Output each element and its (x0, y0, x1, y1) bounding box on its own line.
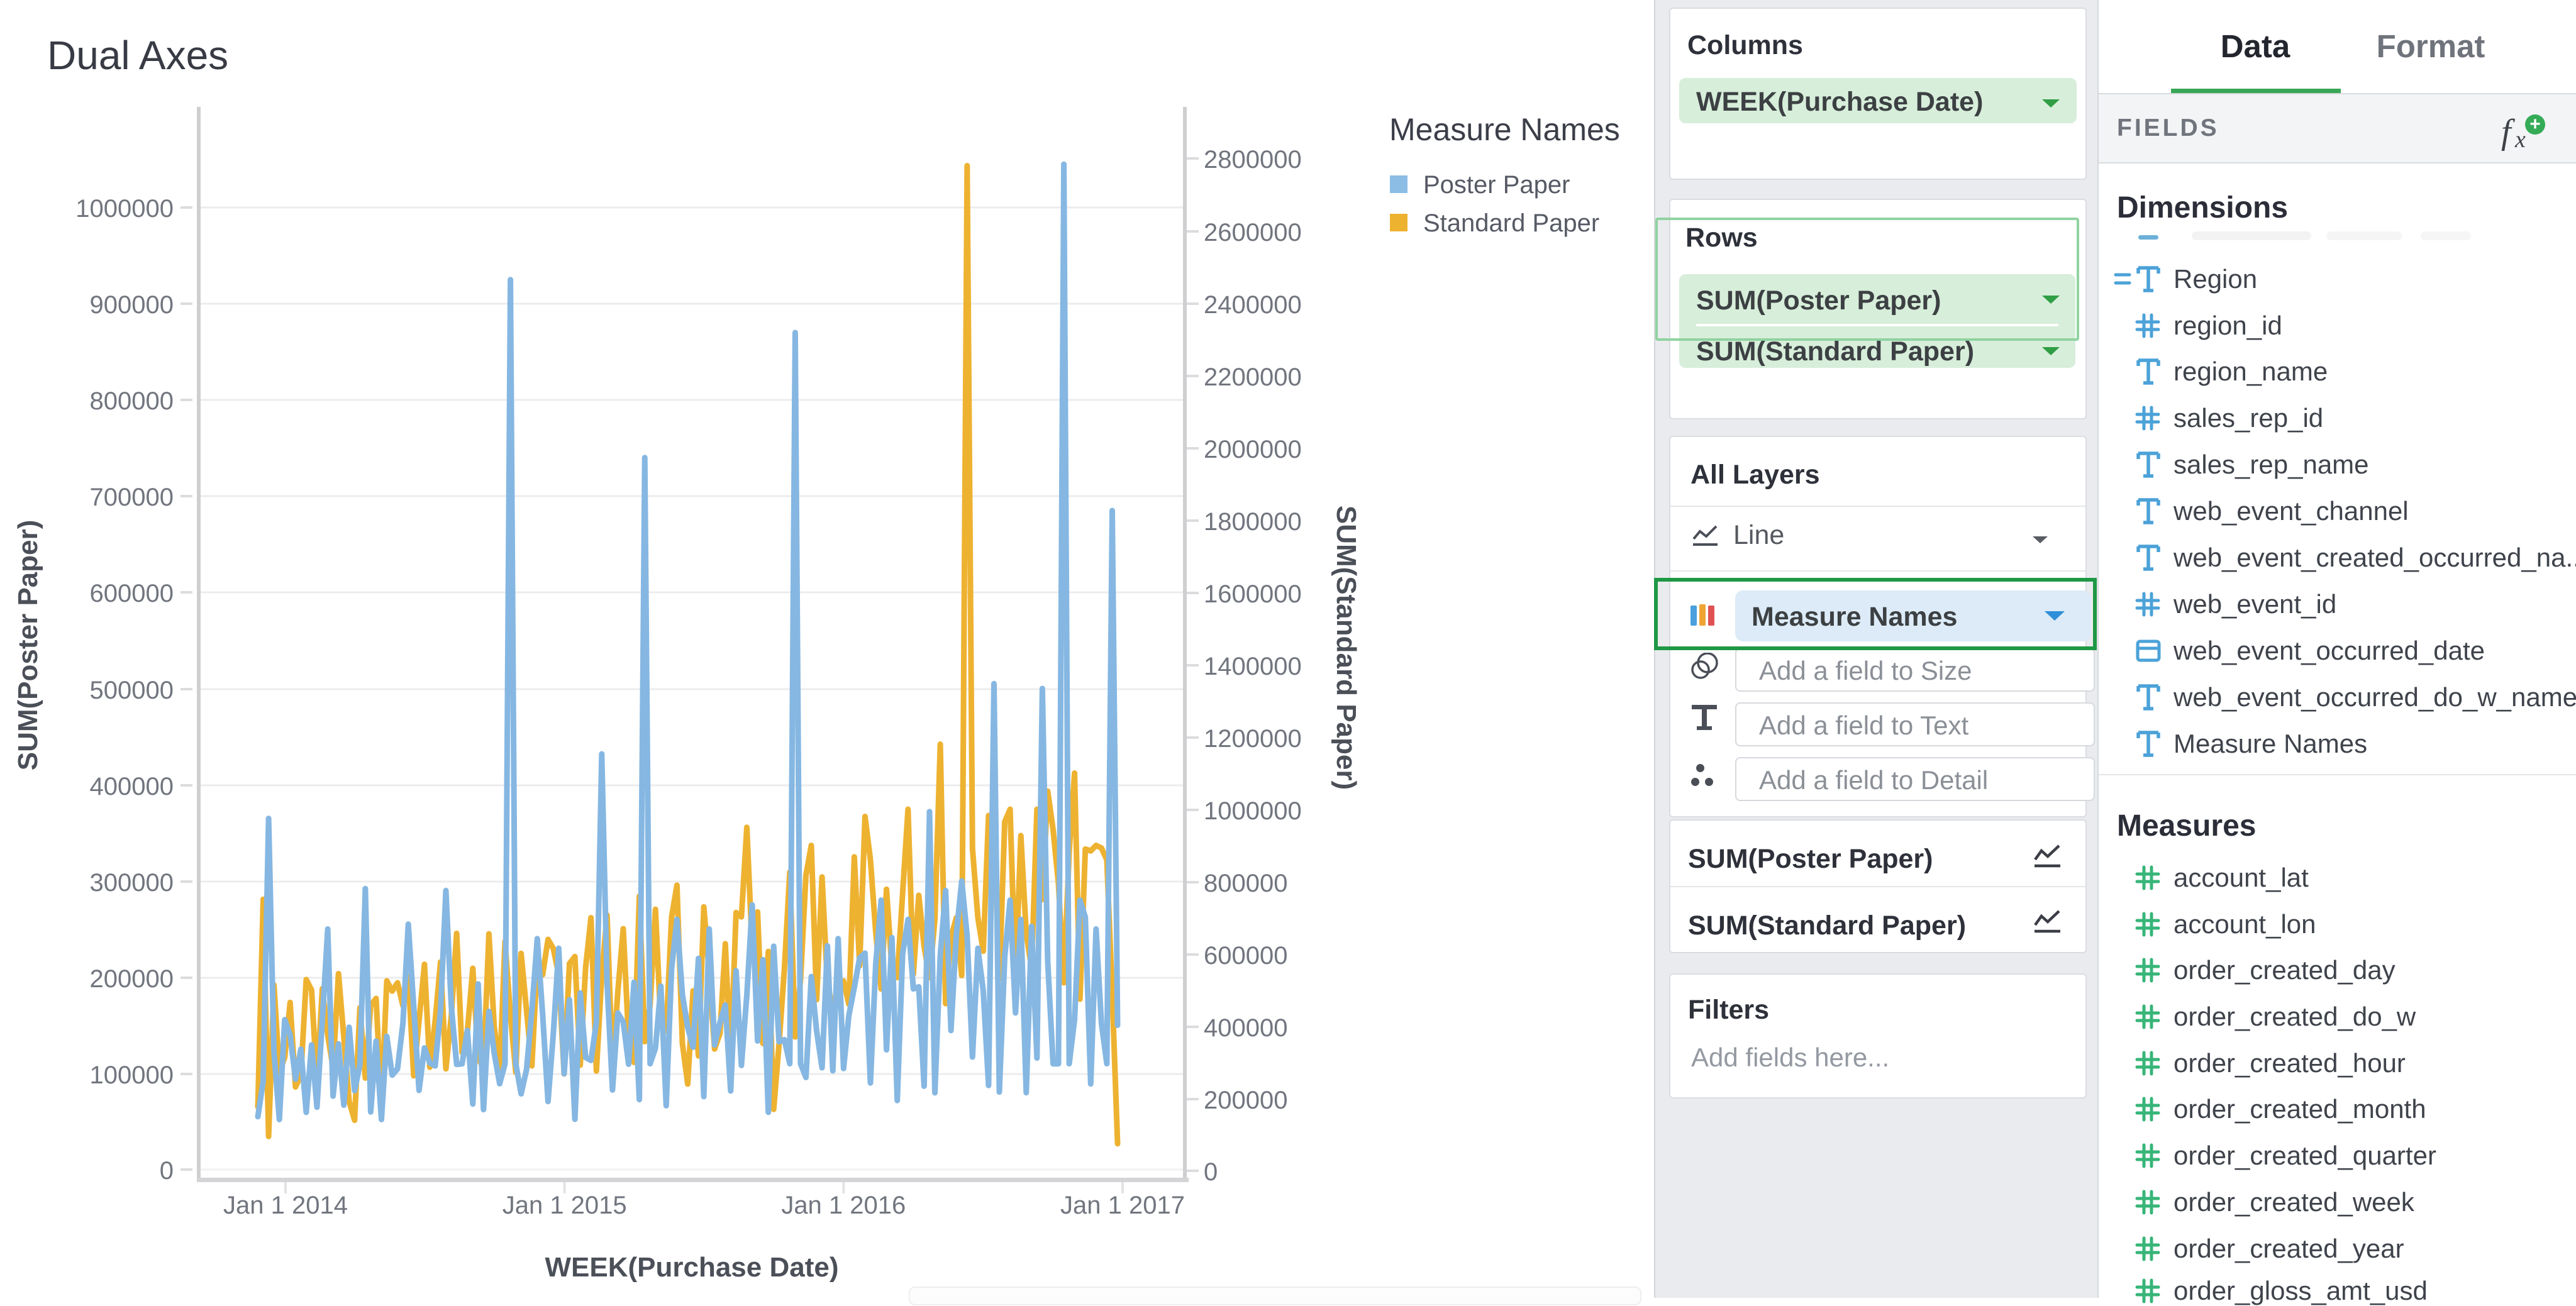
svg-text:Poster Paper: Poster Paper (1423, 171, 1570, 199)
svg-text:100000: 100000 (90, 1061, 174, 1089)
svg-text:Jan 1 2017: Jan 1 2017 (1060, 1192, 1185, 1219)
svg-text:Measure Names: Measure Names (1389, 112, 1620, 147)
svg-text:200000: 200000 (1204, 1087, 1287, 1114)
svg-text:0: 0 (1204, 1158, 1218, 1186)
svg-text:600000: 600000 (1204, 942, 1287, 970)
svg-text:2800000: 2800000 (1204, 146, 1302, 174)
svg-text:1800000: 1800000 (1204, 508, 1302, 536)
svg-text:2600000: 2600000 (1204, 219, 1302, 246)
svg-text:300000: 300000 (90, 869, 174, 897)
svg-text:600000: 600000 (90, 580, 174, 607)
svg-text:800000: 800000 (1204, 870, 1287, 897)
svg-text:1000000: 1000000 (1204, 797, 1302, 825)
svg-text:SUM(Poster Paper): SUM(Poster Paper) (13, 520, 43, 771)
svg-text:1600000: 1600000 (1204, 580, 1302, 608)
svg-text:2200000: 2200000 (1204, 363, 1302, 391)
svg-text:1200000: 1200000 (1204, 725, 1302, 753)
svg-text:WEEK(Purchase Date): WEEK(Purchase Date) (545, 1252, 838, 1283)
svg-text:500000: 500000 (90, 677, 174, 704)
svg-text:400000: 400000 (1204, 1014, 1287, 1042)
svg-text:SUM(Standard Paper): SUM(Standard Paper) (1331, 506, 1362, 790)
svg-text:0: 0 (160, 1157, 174, 1185)
svg-text:Jan 1 2014: Jan 1 2014 (223, 1192, 348, 1219)
svg-text:1400000: 1400000 (1204, 653, 1302, 680)
svg-text:1000000: 1000000 (75, 195, 174, 223)
svg-text:400000: 400000 (90, 773, 174, 800)
svg-text:Standard Paper: Standard Paper (1423, 209, 1599, 237)
svg-text:Jan 1 2016: Jan 1 2016 (781, 1192, 906, 1219)
svg-text:800000: 800000 (90, 387, 174, 415)
svg-text:200000: 200000 (90, 965, 174, 993)
svg-text:Dual Axes: Dual Axes (47, 33, 228, 78)
svg-text:700000: 700000 (90, 484, 174, 511)
svg-text:2000000: 2000000 (1204, 436, 1302, 463)
svg-text:Jan 1 2015: Jan 1 2015 (502, 1192, 627, 1219)
svg-text:2400000: 2400000 (1204, 291, 1302, 319)
svg-text:900000: 900000 (90, 291, 174, 319)
